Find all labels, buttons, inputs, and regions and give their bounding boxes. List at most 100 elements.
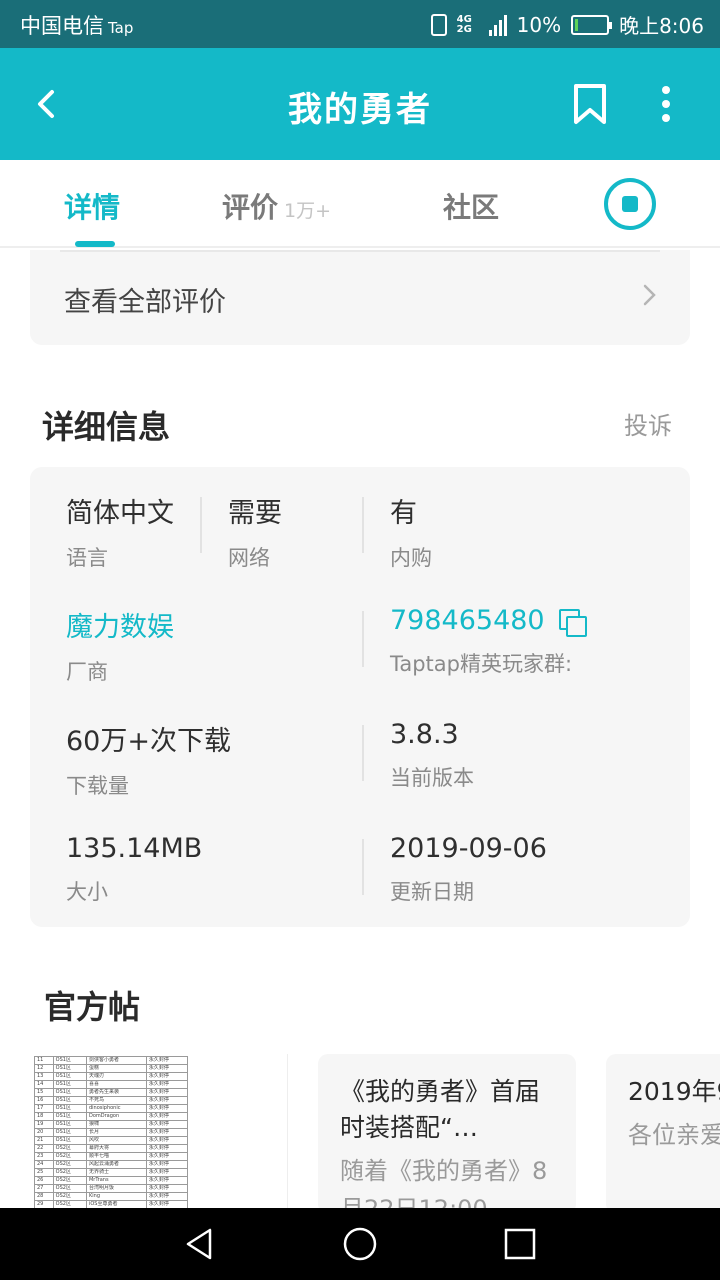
thumbnail-row: 12 OS1区 蛋糕 永久封停 bbox=[34, 1064, 189, 1073]
system-nav-bar bbox=[0, 1208, 720, 1280]
app-bar: 我的勇者 bbox=[0, 48, 720, 160]
thumbnail-cell: 永久封停 bbox=[145, 1128, 189, 1137]
thumbnail-cell: King bbox=[85, 1192, 147, 1201]
bookmark-icon[interactable] bbox=[566, 80, 614, 128]
divider bbox=[362, 611, 364, 667]
copy-icon[interactable] bbox=[558, 608, 587, 637]
thumbnail-cell: 长月 bbox=[85, 1128, 147, 1137]
thumbnail-cell: 无界骑士 bbox=[85, 1168, 147, 1177]
details-title: 详细信息 bbox=[42, 408, 171, 446]
network-value: 需要 bbox=[228, 498, 282, 529]
view-all-reviews-row[interactable]: 查看全部评价 bbox=[30, 250, 690, 345]
thumbnail-cell: 13 bbox=[34, 1072, 54, 1081]
thumbnail-cell: OS1区 bbox=[52, 1104, 87, 1113]
post-card-image[interactable]: 11 OS1区 剑侠客小勇者 永久封停 12 OS1区 蛋糕 永久封停 13 OS1区 天魂刃 永久封… bbox=[30, 1054, 288, 1208]
thumbnail-cell: 永久封停 bbox=[145, 1200, 189, 1208]
tab-details-label: 详情 bbox=[64, 191, 121, 224]
carrier: 中国电信 Tap bbox=[20, 10, 133, 40]
thumbnail-row: 27 OS2区 台湾明月饭 永久封停 bbox=[34, 1184, 189, 1193]
thumbnail-row: 26 OS2区 MrTrans 永久封停 bbox=[34, 1176, 189, 1185]
thumbnail-cell: OS1区 bbox=[52, 1056, 87, 1065]
thumbnail-cell: DomDragon bbox=[85, 1112, 147, 1121]
downloads-value: 60万+次下载 bbox=[66, 726, 231, 757]
thumbnail-cell: 蛋糕 bbox=[85, 1064, 147, 1073]
back-triangle-icon[interactable] bbox=[182, 1226, 218, 1262]
tab-reviews[interactable]: 评价 1万+ bbox=[222, 186, 331, 226]
thumbnail-cell: 台湾明月饭 bbox=[85, 1184, 147, 1193]
thumbnail-cell: 永久封停 bbox=[145, 1064, 189, 1073]
thumbnail-cell: 剑侠客小勇者 bbox=[85, 1056, 147, 1065]
more-vertical-icon[interactable] bbox=[642, 80, 690, 128]
updated-cell: 2019-09-06 更新日期 bbox=[390, 833, 547, 906]
tab-reviews-label: 评价 bbox=[222, 191, 279, 224]
divider bbox=[60, 250, 660, 252]
thumbnail-row: 15 OS1区 勇者先生来袭 永久封停 bbox=[34, 1088, 189, 1097]
version-value: 3.8.3 bbox=[390, 719, 459, 750]
version-cell: 3.8.3 当前版本 bbox=[390, 719, 474, 792]
tab-community-label: 社区 bbox=[443, 191, 500, 224]
tab-details[interactable]: 详情 bbox=[64, 186, 120, 226]
thumbnail-cell: 26 bbox=[34, 1176, 54, 1185]
vendor-cell[interactable]: 魔力数娱 厂商 bbox=[66, 605, 174, 686]
iap-value: 有 bbox=[390, 498, 417, 529]
tab-community[interactable]: 社区 bbox=[443, 186, 499, 226]
thumbnail-cell: 14 bbox=[34, 1080, 54, 1089]
thumbnail-row: 22 OS2区 幕府大将 永久封停 bbox=[34, 1144, 189, 1153]
post-thumbnail-sheet: 11 OS1区 剑侠客小勇者 永久封停 12 OS1区 蛋糕 永久封停 13 OS1区 天魂刃 永久封… bbox=[34, 1056, 189, 1208]
thumbnail-cell: OS2区 bbox=[52, 1144, 87, 1153]
thumbnail-cell: 25 bbox=[34, 1168, 54, 1177]
thumbnail-cell: 永久封停 bbox=[145, 1112, 189, 1121]
thumbnail-cell: 22 bbox=[34, 1144, 54, 1153]
battery-fill bbox=[575, 18, 579, 31]
thumbnail-cell: 幕府大将 bbox=[85, 1144, 147, 1153]
vendor-value[interactable]: 魔力数娱 bbox=[66, 605, 174, 644]
battery-icon bbox=[571, 14, 613, 35]
thumbnail-cell: dinosiphonic bbox=[85, 1104, 147, 1113]
thumbnail-cell: 顺丰七喵 bbox=[85, 1152, 147, 1161]
downloads-cell: 60万+次下载 下载量 bbox=[66, 719, 231, 800]
tab-indicator bbox=[75, 241, 115, 247]
thumbnail-cell: MrTrans bbox=[85, 1176, 147, 1185]
thumbnail-cell: OS1区 bbox=[52, 1112, 87, 1121]
battery-percent: 10% bbox=[516, 12, 562, 37]
network-label: 网络 bbox=[228, 546, 270, 570]
thumbnail-cell: OS1区 bbox=[52, 1120, 87, 1129]
thumbnail-row: 13 OS1区 天魂刃 永久封停 bbox=[34, 1072, 189, 1081]
size-value: 135.14MB bbox=[66, 833, 203, 864]
thumbnail-row: 28 OS2区 King 永久封停 bbox=[34, 1192, 189, 1201]
thumbnail-cell: 永久封停 bbox=[145, 1176, 189, 1185]
thumbnail-cell: 28 bbox=[34, 1192, 54, 1201]
official-posts-carousel[interactable]: 11 OS1区 剑侠客小勇者 永久封停 12 OS1区 蛋糕 永久封停 13 OS1区 天魂刃 永久封… bbox=[0, 1054, 720, 1208]
thumbnail-row: 29 OS2区 iOS至尊勇者 永久封停 bbox=[34, 1200, 189, 1208]
post-title: 《我的勇者》首届时装搭配“… bbox=[340, 1077, 541, 1142]
thumbnail-cell: OS2区 bbox=[52, 1168, 87, 1177]
divider bbox=[362, 725, 364, 781]
thumbnail-cell: 勇者先生来袭 bbox=[85, 1088, 147, 1097]
thumbnail-row: 17 OS1区 dinosiphonic 永久封停 bbox=[34, 1104, 189, 1113]
thumbnail-cell: 永久封停 bbox=[145, 1152, 189, 1161]
group-cell: 798465480 Taptap精英玩家群: bbox=[390, 605, 587, 678]
thumbnail-cell: 永久封停 bbox=[145, 1072, 189, 1081]
carrier-name: 中国电信 bbox=[20, 14, 104, 38]
recents-square-icon[interactable] bbox=[502, 1226, 538, 1262]
thumbnail-cell: 永久封停 bbox=[145, 1104, 189, 1113]
home-circle-icon[interactable] bbox=[342, 1226, 378, 1262]
thumbnail-cell: OS2区 bbox=[52, 1200, 87, 1208]
post-card[interactable]: 《我的勇者》首届时装搭配“… 随着《我的勇者》8月22日12:00 bbox=[318, 1054, 576, 1208]
status-bar: 中国电信 Tap 4G 2G 10% 晚上8:06 bbox=[0, 0, 720, 48]
thumbnail-cell: 17 bbox=[34, 1104, 54, 1113]
thumbnail-cell: OS2区 bbox=[52, 1160, 87, 1169]
divider bbox=[362, 497, 364, 553]
signal-icon bbox=[488, 14, 507, 36]
floating-stop-button[interactable] bbox=[604, 178, 656, 230]
version-label: 当前版本 bbox=[390, 766, 474, 790]
iap-label: 内购 bbox=[390, 546, 432, 570]
post-card[interactable]: 2019年9月新说明 各位亲爱的勇者，为 bbox=[606, 1054, 720, 1208]
thumbnail-cell: 永久封停 bbox=[145, 1120, 189, 1129]
divider bbox=[362, 839, 364, 895]
thumbnail-cell: 不死鸟 bbox=[85, 1096, 147, 1105]
report-link[interactable]: 投诉 bbox=[624, 406, 672, 441]
network-cell: 需要 网络 bbox=[228, 491, 282, 572]
thumbnail-cell: 永久封停 bbox=[145, 1144, 189, 1153]
thumbnail-cell: 永久封停 bbox=[145, 1184, 189, 1193]
